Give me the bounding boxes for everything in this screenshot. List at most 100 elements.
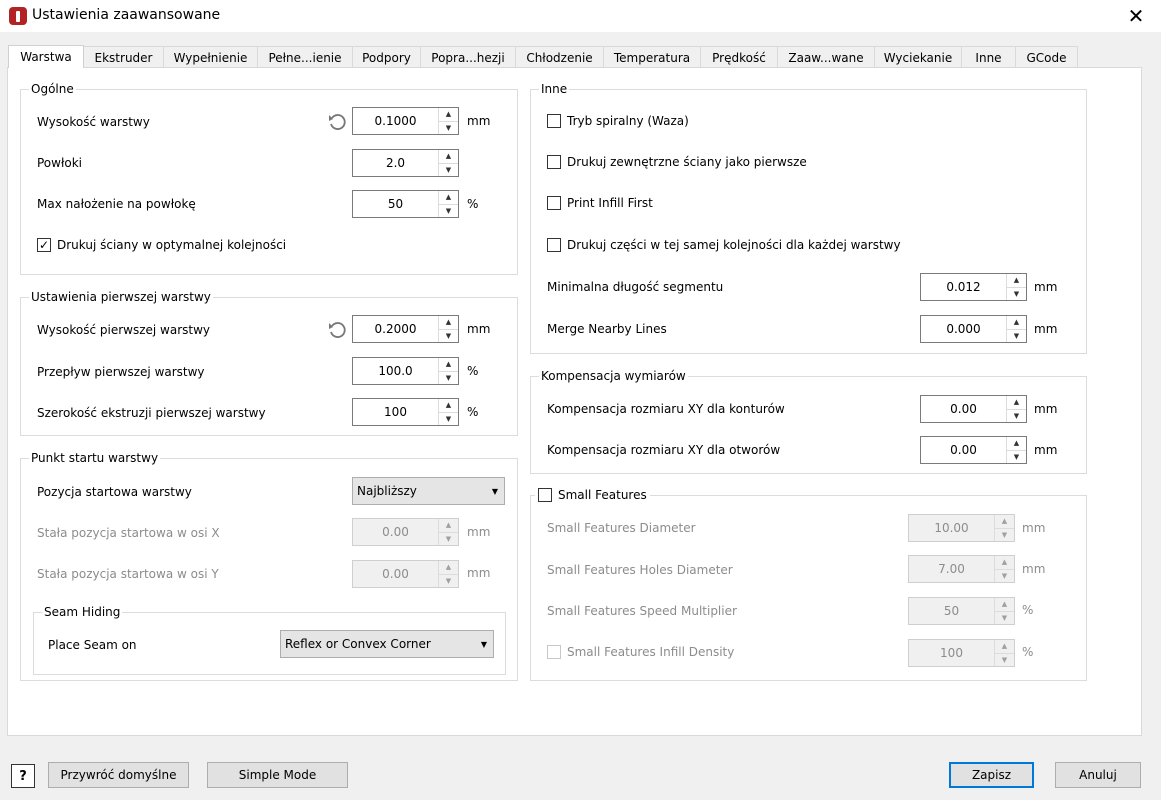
tab-zaawansowane[interactable]: Zaaw...wane [777, 46, 875, 68]
increase-icon[interactable]: ▲ [439, 108, 458, 122]
place-seam-dropdown[interactable]: Reflex or Convex Corner ▼ [280, 630, 494, 658]
increase-icon[interactable]: ▲ [1007, 437, 1026, 451]
group-seam-hiding-title: Seam Hiding [42, 604, 123, 620]
reset-icon[interactable] [327, 112, 347, 132]
comp-holes-value: 0.00 [950, 443, 977, 457]
close-icon[interactable]: ✕ [1121, 3, 1151, 29]
merge-lines-stepper[interactable]: 0.000 ▲ ▼ [920, 315, 1027, 343]
decrease-icon[interactable]: ▼ [439, 330, 458, 343]
small-features-header: Small Features [535, 487, 650, 503]
tab-chlodzenie[interactable]: Chłodzenie [515, 46, 604, 68]
optimal-order-checkbox[interactable]: ✓ [37, 238, 51, 252]
sf-speed-stepper[interactable]: 50 ▲ ▼ [908, 597, 1015, 625]
fixed-x-stepper[interactable]: 0.00 ▲ ▼ [352, 518, 459, 546]
increase-icon[interactable]: ▲ [995, 556, 1014, 570]
decrease-icon[interactable]: ▼ [439, 575, 458, 588]
chevron-down-icon: ▼ [491, 487, 498, 496]
simple-mode-button[interactable]: Simple Mode [207, 762, 348, 788]
restore-defaults-button[interactable]: Przywróć domyślne [48, 762, 189, 788]
tab-temperatura[interactable]: Temperatura [603, 46, 701, 68]
increase-icon[interactable]: ▲ [1007, 316, 1026, 330]
tab-warstwa[interactable]: Warstwa [8, 45, 84, 68]
first-layer-height-stepper[interactable]: 0.2000 ▲ ▼ [352, 315, 459, 343]
spiral-checkbox[interactable] [547, 114, 561, 128]
sf-holes-stepper[interactable]: 7.00 ▲ ▼ [908, 555, 1015, 583]
infill-first-label: Print Infill First [567, 196, 653, 210]
increase-icon[interactable]: ▲ [995, 598, 1014, 612]
group-seam-hiding: Seam Hiding Place Seam on Reflex or Conv… [33, 604, 506, 675]
sf-speed-label: Small Features Speed Multiplier [547, 604, 737, 618]
decrease-icon[interactable]: ▼ [995, 612, 1014, 625]
first-layer-flow-label: Przepływ pierwszej warstwy [37, 365, 205, 379]
start-position-dropdown[interactable]: Najbliższy ▼ [352, 477, 505, 505]
increase-icon[interactable]: ▲ [439, 150, 458, 164]
decrease-icon[interactable]: ▼ [439, 533, 458, 546]
sf-infill-stepper[interactable]: 100 ▲ ▼ [908, 639, 1015, 667]
max-overlap-stepper[interactable]: 50 ▲ ▼ [352, 190, 459, 218]
group-general-title: Ogólne [29, 81, 76, 97]
decrease-icon[interactable]: ▼ [439, 413, 458, 426]
layer-height-unit: mm [467, 114, 491, 128]
optimal-order-label: Drukuj ściany w optymalnej kolejności [57, 238, 287, 252]
comp-contours-label: Kompensacja rozmiaru XY dla konturów [547, 402, 785, 416]
tab-wyciekanie[interactable]: Wyciekanie [874, 46, 962, 68]
increase-icon[interactable]: ▲ [439, 519, 458, 533]
outer-first-checkbox[interactable] [547, 155, 561, 169]
save-button[interactable]: Zapisz [949, 762, 1034, 788]
tab-gcode[interactable]: GCode [1015, 46, 1078, 68]
first-layer-width-unit: % [467, 405, 479, 419]
infill-first-checkbox[interactable] [547, 196, 561, 210]
increase-icon[interactable]: ▲ [1007, 396, 1026, 410]
increase-icon[interactable]: ▲ [439, 191, 458, 205]
decrease-icon[interactable]: ▼ [995, 529, 1014, 542]
increase-icon[interactable]: ▲ [439, 316, 458, 330]
comp-holes-unit: mm [1034, 443, 1058, 457]
decrease-icon[interactable]: ▼ [439, 164, 458, 177]
cancel-button[interactable]: Anuluj [1055, 762, 1141, 788]
increase-icon[interactable]: ▲ [1007, 274, 1026, 288]
tab-pelne-wypelnienie[interactable]: Pełne...ienie [257, 46, 353, 68]
reset-icon[interactable] [327, 320, 347, 340]
comp-contours-stepper[interactable]: 0.00 ▲ ▼ [920, 395, 1027, 423]
increase-icon[interactable]: ▲ [439, 358, 458, 372]
comp-holes-label: Kompensacja rozmiaru XY dla otworów [547, 443, 781, 457]
sf-diameter-value: 10.00 [934, 521, 969, 535]
increase-icon[interactable]: ▲ [995, 640, 1014, 654]
first-layer-width-stepper[interactable]: 100 ▲ ▼ [352, 398, 459, 426]
window-title: Ustawienia zaawansowane [32, 7, 221, 23]
shells-stepper[interactable]: 2.0 ▲ ▼ [352, 149, 459, 177]
help-button[interactable]: ? [11, 764, 35, 788]
tab-inne[interactable]: Inne [961, 46, 1016, 68]
small-features-checkbox[interactable] [538, 488, 552, 502]
layer-height-value: 0.1000 [374, 114, 417, 128]
layer-height-stepper[interactable]: 0.1000 ▲ ▼ [352, 107, 459, 135]
fixed-y-value: 0.00 [382, 567, 409, 581]
decrease-icon[interactable]: ▼ [439, 372, 458, 385]
decrease-icon[interactable]: ▼ [1007, 451, 1026, 464]
first-layer-flow-stepper[interactable]: 100.0 ▲ ▼ [352, 357, 459, 385]
decrease-icon[interactable]: ▼ [995, 654, 1014, 667]
decrease-icon[interactable]: ▼ [1007, 288, 1026, 301]
min-segment-stepper[interactable]: 0.012 ▲ ▼ [920, 273, 1027, 301]
decrease-icon[interactable]: ▼ [439, 122, 458, 135]
same-order-checkbox[interactable] [547, 238, 561, 252]
comp-contours-value: 0.00 [950, 402, 977, 416]
decrease-icon[interactable]: ▼ [1007, 330, 1026, 343]
tab-predkosc[interactable]: Prędkość [700, 46, 778, 68]
tab-ekstruder[interactable]: Ekstruder [83, 46, 164, 68]
decrease-icon[interactable]: ▼ [1007, 410, 1026, 423]
decrease-icon[interactable]: ▼ [995, 570, 1014, 583]
sf-diameter-stepper[interactable]: 10.00 ▲ ▼ [908, 514, 1015, 542]
increase-icon[interactable]: ▲ [995, 515, 1014, 529]
tab-wypelnienie[interactable]: Wypełnienie [163, 46, 258, 68]
tab-poprawa-adhezji[interactable]: Popra...hezji [420, 46, 516, 68]
sf-infill-checkbox[interactable] [547, 645, 561, 659]
fixed-y-stepper[interactable]: 0.00 ▲ ▼ [352, 560, 459, 588]
increase-icon[interactable]: ▲ [439, 399, 458, 413]
comp-holes-stepper[interactable]: 0.00 ▲ ▼ [920, 436, 1027, 464]
tab-podpory[interactable]: Podpory [352, 46, 421, 68]
group-start-point: Punkt startu warstwy Pozycja startowa wa… [20, 450, 518, 681]
decrease-icon[interactable]: ▼ [439, 205, 458, 218]
increase-icon[interactable]: ▲ [439, 561, 458, 575]
shells-label: Powłoki [37, 156, 82, 170]
